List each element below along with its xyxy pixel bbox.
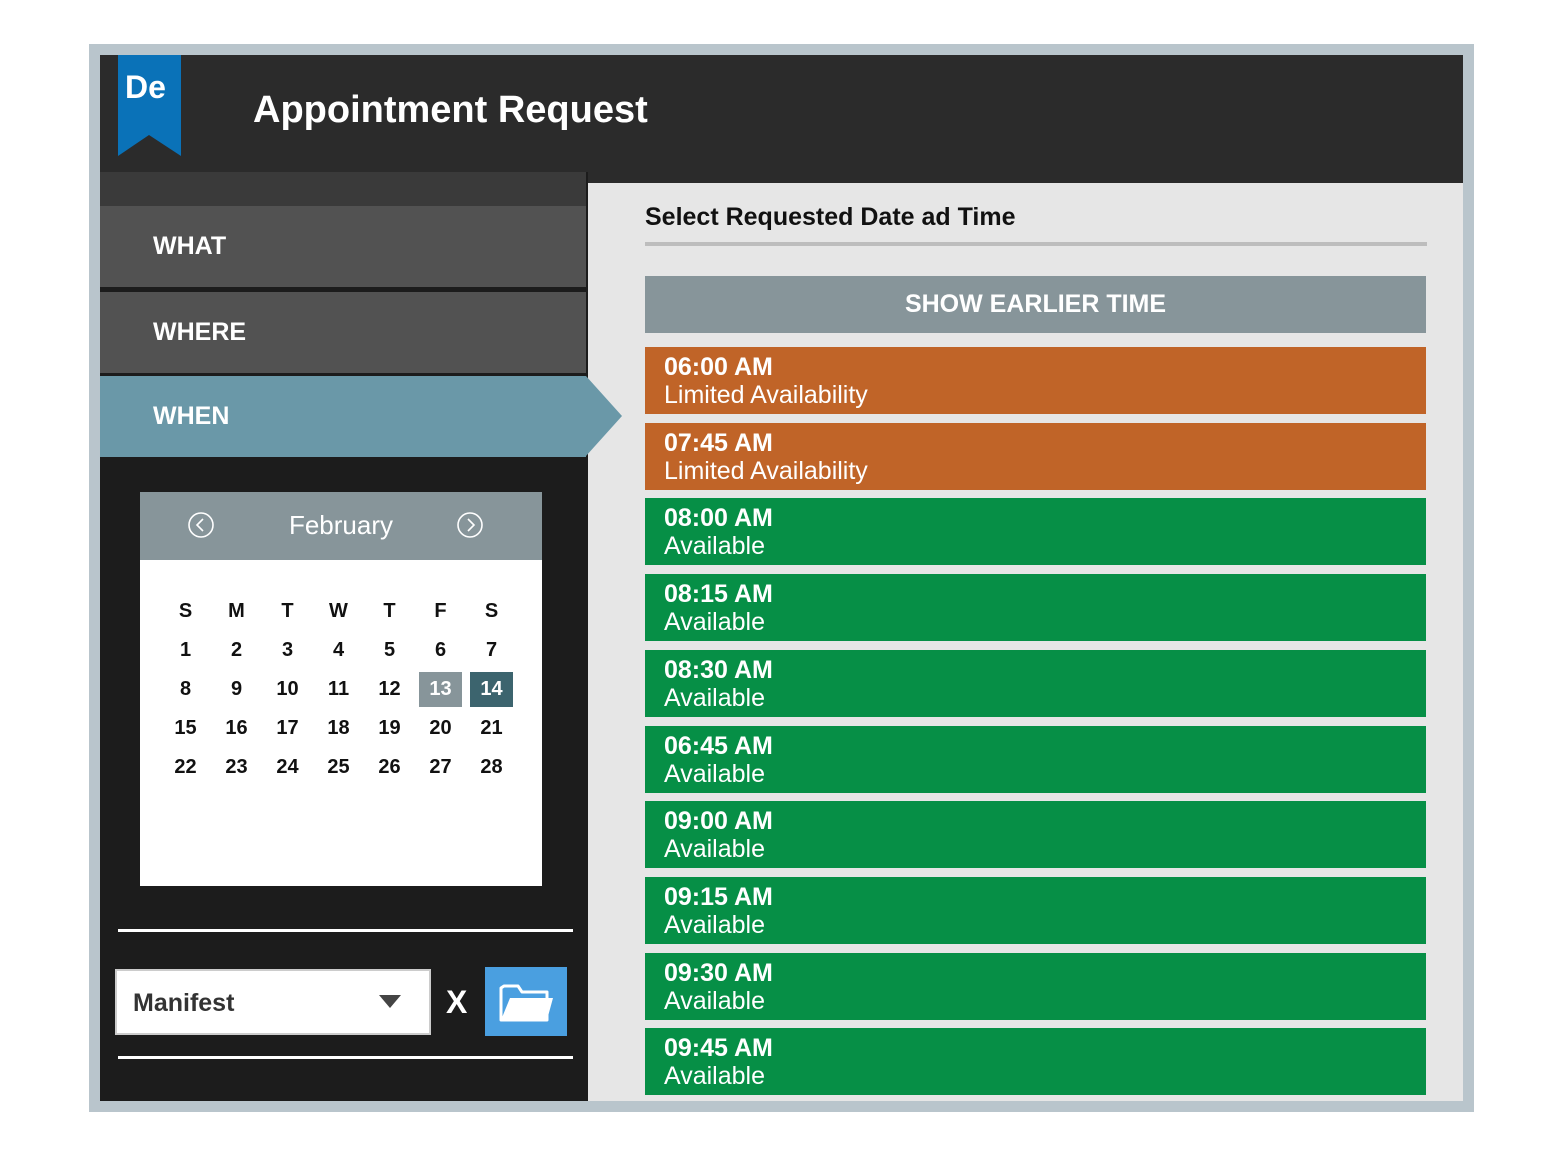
document-type-dropdown[interactable]: Manifest — [115, 969, 431, 1035]
weekday-header: T — [383, 600, 396, 622]
calendar-day-4[interactable]: 4 — [317, 633, 360, 668]
calendar-day-18[interactable]: 18 — [317, 711, 360, 746]
calendar-day-3[interactable]: 3 — [266, 633, 309, 668]
active-indicator-arrow — [586, 376, 622, 456]
calendar-day-17[interactable]: 17 — [266, 711, 309, 746]
section-rule — [645, 242, 1427, 246]
calendar-day-5[interactable]: 5 — [368, 633, 411, 668]
app-header: De Appointment Request — [100, 55, 1463, 183]
slot-status: Limited Availability — [664, 457, 868, 485]
folder-icon — [499, 984, 553, 1022]
show-earlier-time-button[interactable]: SHOW EARLIER TIME — [645, 276, 1426, 333]
calendar-day-20[interactable]: 20 — [419, 711, 462, 746]
sidebar: WHAT WHERE WHEN February SMTWTFS12345678… — [100, 172, 622, 1101]
calendar-day-24[interactable]: 24 — [266, 750, 309, 785]
calendar-day-11[interactable]: 11 — [317, 672, 360, 707]
page-title: Appointment Request — [253, 89, 648, 131]
time-slot[interactable]: 07:45 AM Limited Availability — [645, 423, 1426, 490]
time-slot[interactable]: 09:15 AM Available — [645, 877, 1426, 944]
weekday-header: T — [281, 600, 294, 622]
browse-folder-button[interactable] — [485, 967, 567, 1036]
weekday-header: S — [178, 600, 193, 622]
calendar-day-9[interactable]: 9 — [215, 672, 258, 707]
calendar-day-28[interactable]: 28 — [470, 750, 513, 785]
logo: De — [118, 55, 181, 156]
weekday-header: W — [329, 600, 348, 622]
calendar-day-14[interactable]: 14 — [470, 672, 513, 707]
dropdown-value: Manifest — [133, 989, 235, 1017]
calendar-day-23[interactable]: 23 — [215, 750, 258, 785]
time-slot[interactable]: 09:30 AM Available — [645, 953, 1426, 1020]
calendar-day-15[interactable]: 15 — [164, 711, 207, 746]
weekday-header: M — [228, 600, 245, 622]
calendar-day-10[interactable]: 10 — [266, 672, 309, 707]
slot-time: 09:00 AM — [664, 807, 773, 835]
logo-text: De — [125, 69, 166, 105]
calendar-header: February — [140, 492, 542, 560]
weekday-header: F — [434, 600, 447, 622]
slot-status: Available — [664, 911, 766, 939]
time-slot[interactable]: 08:00 AM Available — [645, 498, 1426, 565]
calendar: February S M T W T F S 1 2 3 4 5 6 7 8 9 10 11 12 13 14 15 16 1… — [140, 492, 542, 886]
caret-down-icon — [379, 995, 401, 1008]
slot-status: Available — [664, 760, 766, 788]
clear-button[interactable]: X — [446, 984, 467, 1021]
calendar-day-2[interactable]: 2 — [215, 633, 258, 668]
time-slot[interactable]: 09:00 AM Available — [645, 801, 1426, 868]
calendar-day-8[interactable]: 8 — [164, 672, 207, 707]
section-title: Select Requested Date ad Time — [645, 203, 1016, 231]
slot-status: Available — [664, 987, 766, 1015]
calendar-day-7[interactable]: 7 — [470, 633, 513, 668]
slot-status: Available — [664, 1062, 766, 1090]
divider — [118, 929, 573, 932]
sidebar-item-where[interactable]: WHERE — [100, 292, 586, 373]
slot-status: Available — [664, 835, 766, 863]
calendar-day-27[interactable]: 27 — [419, 750, 462, 785]
divider — [118, 1056, 573, 1059]
slot-time: 08:00 AM — [664, 504, 773, 532]
time-slot[interactable]: 06:00 AM Limited Availability — [645, 347, 1426, 414]
calendar-day-26[interactable]: 26 — [368, 750, 411, 785]
slot-time: 06:45 AM — [664, 732, 773, 760]
calendar-day-16[interactable]: 16 — [215, 711, 258, 746]
calendar-day-1[interactable]: 1 — [164, 633, 207, 668]
slot-status: Available — [664, 532, 766, 560]
weekday-header: S — [484, 600, 499, 622]
time-slot[interactable]: 09:45 AM Available — [645, 1028, 1426, 1095]
calendar-day-12[interactable]: 12 — [368, 672, 411, 707]
app-window: De Appointment Request WHAT WHERE WHEN F… — [100, 55, 1463, 1101]
time-slot[interactable]: 08:15 AM Available — [645, 574, 1426, 641]
slot-status: Available — [664, 608, 766, 636]
slot-time: 08:30 AM — [664, 656, 773, 684]
slot-time: 07:45 AM — [664, 429, 773, 457]
slot-time: 08:15 AM — [664, 580, 773, 608]
time-slot[interactable]: 08:30 AM Available — [645, 650, 1426, 717]
calendar-day-6[interactable]: 6 — [419, 633, 462, 668]
calendar-day-22[interactable]: 22 — [164, 750, 207, 785]
slot-status: Available — [664, 684, 766, 712]
slot-time: 09:15 AM — [664, 883, 773, 911]
slot-time: 06:00 AM — [664, 353, 773, 381]
calendar-day-25[interactable]: 25 — [317, 750, 360, 785]
calendar-day-13[interactable]: 13 — [419, 672, 462, 707]
sidebar-item-when[interactable]: WHEN — [100, 376, 586, 457]
slot-status: Limited Availability — [664, 381, 868, 409]
calendar-day-21[interactable]: 21 — [470, 711, 513, 746]
calendar-grid: S M T W T F S 1 2 3 4 5 6 7 8 9 10 11 12 13 14 15 16 17 18 19 20 21… — [160, 592, 517, 787]
time-slot[interactable]: 06:45 AM Available — [645, 726, 1426, 793]
chevron-right-circle-icon[interactable] — [457, 512, 483, 538]
slot-time: 09:30 AM — [664, 959, 773, 987]
calendar-day-19[interactable]: 19 — [368, 711, 411, 746]
sidebar-item-what[interactable]: WHAT — [100, 206, 586, 287]
sidebar-top-bar — [100, 172, 586, 206]
slot-time: 09:45 AM — [664, 1034, 773, 1062]
